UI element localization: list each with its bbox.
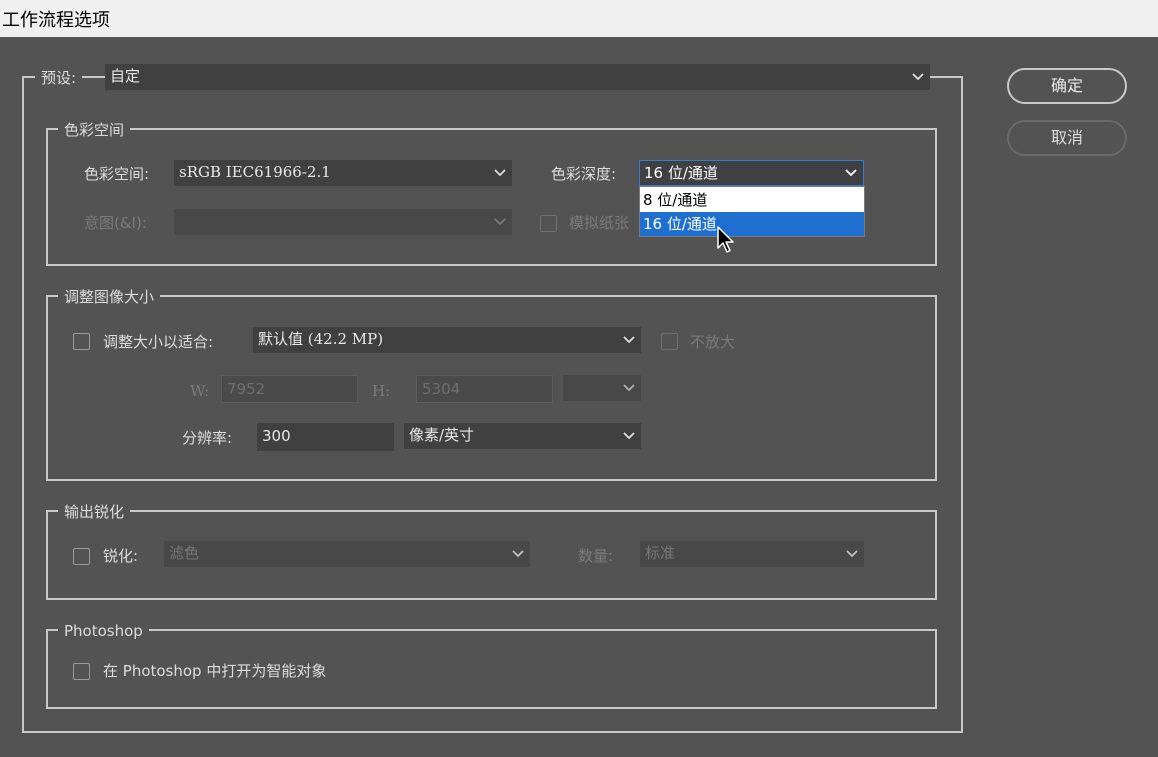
color-depth-dropdown: 8 位/通道 16 位/通道: [639, 186, 865, 237]
chevron-down-icon: [512, 541, 524, 567]
color-depth-value: 16 位/通道: [644, 164, 718, 182]
intent-select[interactable]: [174, 209, 512, 235]
resolution-input[interactable]: 300: [257, 423, 394, 451]
color-depth-label: 色彩深度:: [551, 165, 617, 183]
color-depth-option-16[interactable]: 16 位/通道: [640, 212, 864, 236]
width-label: W:: [190, 382, 210, 400]
resolution-label: 分辨率:: [182, 429, 233, 447]
sharpen-checkbox[interactable]: [73, 548, 90, 565]
simulate-paper-label: 模拟纸张: [569, 214, 630, 232]
color-depth-option-8[interactable]: 8 位/通道: [640, 188, 864, 212]
resolution-unit-value: 像素/英寸: [409, 426, 475, 444]
color-space-title: 色彩空间: [58, 120, 131, 140]
height-label: H:: [372, 382, 391, 400]
no-enlarge-checkbox[interactable]: [661, 333, 678, 350]
color-depth-select[interactable]: 16 位/通道: [639, 160, 864, 186]
simulate-paper-checkbox[interactable]: [540, 215, 557, 232]
resize-fit-select[interactable]: 默认值 (42.2 MP): [253, 327, 641, 353]
color-space-select[interactable]: sRGB IEC61966-2.1: [174, 160, 512, 186]
sharpen-label: 锐化:: [103, 547, 139, 565]
smart-object-checkbox[interactable]: [73, 663, 90, 680]
preset-label: 预设:: [35, 68, 83, 88]
resize-fit-label: 调整大小以适合:: [103, 333, 214, 351]
intent-label: 意图(&I):: [84, 214, 147, 232]
chevron-down-icon: [494, 209, 506, 235]
chevron-down-icon: [623, 375, 635, 401]
chevron-down-icon: [846, 541, 858, 567]
sharpen-value: 滤色: [169, 544, 200, 562]
sharpen-select[interactable]: 滤色: [164, 541, 530, 567]
window-titlebar: 工作流程选项: [0, 0, 1158, 37]
chevron-down-icon: [623, 327, 635, 353]
window-title: 工作流程选项: [2, 10, 110, 31]
resize-fit-value: 默认值 (42.2 MP): [258, 330, 384, 348]
color-space-label: 色彩空间:: [84, 165, 150, 183]
photoshop-title: Photoshop: [58, 621, 149, 641]
resize-fit-checkbox[interactable]: [73, 333, 90, 350]
chevron-down-icon: [623, 423, 635, 449]
sharpen-title: 输出锐化: [58, 502, 131, 522]
smart-object-label: 在 Photoshop 中打开为智能对象: [103, 662, 327, 680]
height-input[interactable]: 5304: [416, 375, 553, 403]
chevron-down-icon: [845, 161, 857, 185]
color-space-value: sRGB IEC61966-2.1: [179, 163, 331, 181]
ok-button[interactable]: 确定: [1007, 68, 1127, 104]
chevron-down-icon: [494, 160, 506, 186]
resolution-unit-select[interactable]: 像素/英寸: [404, 423, 641, 449]
no-enlarge-label: 不放大: [690, 333, 736, 351]
preset-select[interactable]: 自定: [105, 64, 930, 90]
amount-select[interactable]: 标准: [640, 541, 864, 567]
amount-label: 数量:: [578, 547, 614, 565]
chevron-down-icon: [912, 64, 924, 90]
width-input[interactable]: 7952: [221, 375, 358, 403]
preset-value: 自定: [110, 67, 141, 85]
cancel-button[interactable]: 取消: [1007, 120, 1127, 156]
mouse-pointer-icon: [717, 226, 734, 253]
size-unit-select[interactable]: [563, 375, 641, 401]
amount-value: 标准: [645, 544, 676, 562]
resize-title: 调整图像大小: [58, 287, 161, 307]
